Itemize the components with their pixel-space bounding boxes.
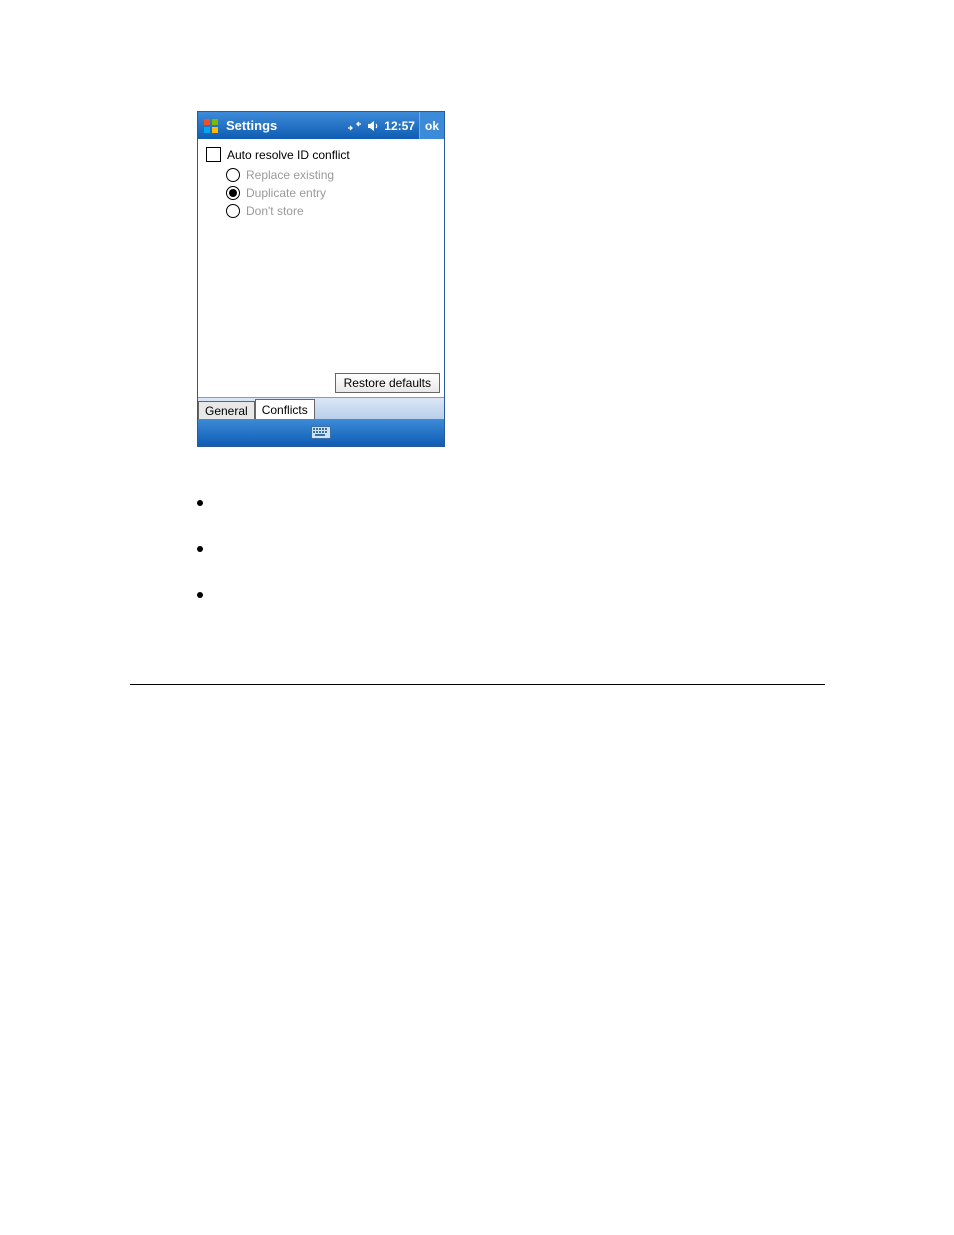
bullet-list <box>197 500 203 638</box>
auto-resolve-checkbox[interactable] <box>206 147 221 162</box>
device-screen: Settings 12:57 ok Auto resolve ID confli… <box>197 111 445 447</box>
auto-resolve-label: Auto resolve ID conflict <box>227 148 350 162</box>
speaker-icon[interactable] <box>366 119 380 133</box>
replace-existing-label: Replace existing <box>246 168 334 182</box>
connectivity-icon[interactable] <box>347 120 362 132</box>
tab-conflicts[interactable]: Conflicts <box>255 399 315 419</box>
horizontal-rule <box>130 684 825 685</box>
clock: 12:57 <box>384 119 415 133</box>
tab-general[interactable]: General <box>198 401 255 419</box>
bullet <box>197 592 203 598</box>
dont-store-radio[interactable] <box>226 204 240 218</box>
tab-bar: General Conflicts <box>198 397 444 419</box>
bullet <box>197 500 203 506</box>
bullet <box>197 546 203 552</box>
keyboard-icon[interactable] <box>311 426 331 439</box>
duplicate-entry-radio[interactable] <box>226 186 240 200</box>
title-bar-title: Settings <box>226 118 347 133</box>
duplicate-entry-radio-row[interactable]: Duplicate entry <box>226 186 438 200</box>
dont-store-radio-row[interactable]: Don't store <box>226 204 438 218</box>
replace-existing-radio[interactable] <box>226 168 240 182</box>
ok-button[interactable]: ok <box>419 112 444 139</box>
restore-defaults-button[interactable]: Restore defaults <box>335 373 440 393</box>
title-bar: Settings 12:57 ok <box>198 112 444 139</box>
replace-existing-radio-row[interactable]: Replace existing <box>226 168 438 182</box>
start-icon[interactable] <box>200 112 222 139</box>
bottom-bar <box>198 419 444 446</box>
duplicate-entry-label: Duplicate entry <box>246 186 326 200</box>
content-area: Auto resolve ID conflict Replace existin… <box>198 139 444 397</box>
dont-store-label: Don't store <box>246 204 304 218</box>
auto-resolve-checkbox-row[interactable]: Auto resolve ID conflict <box>204 147 438 162</box>
